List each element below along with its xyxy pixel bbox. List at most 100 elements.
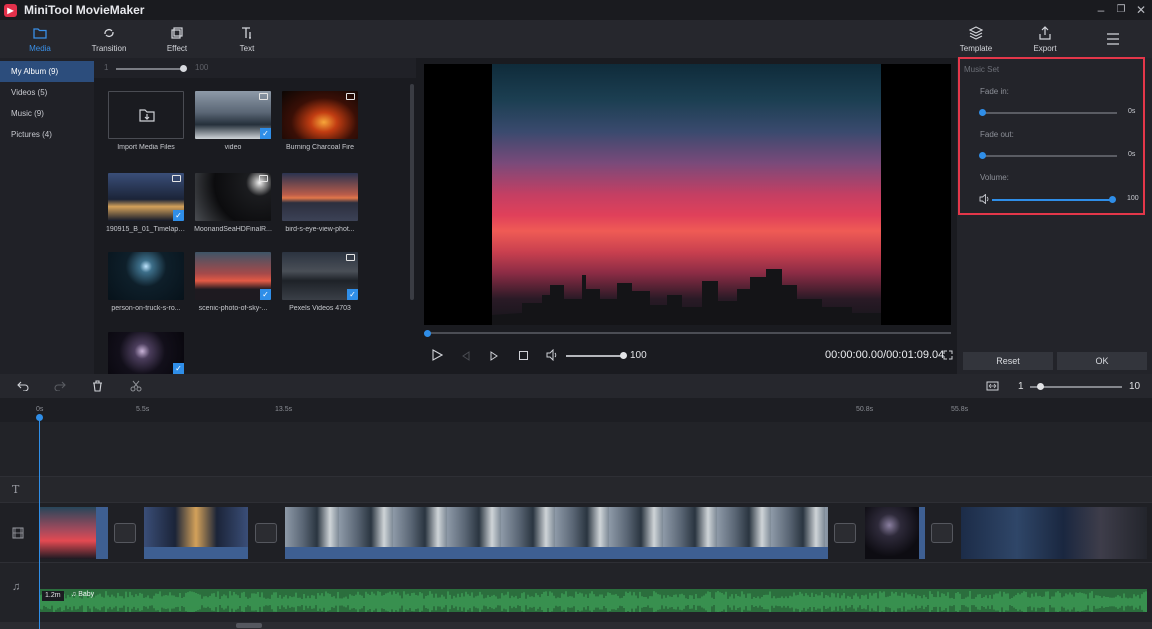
timeline-clip-pexels[interactable]	[961, 507, 1147, 559]
restore-icon[interactable]: ❐	[1112, 2, 1130, 18]
player-volume-slider[interactable]	[566, 355, 624, 357]
playback-progress-knob[interactable]	[424, 330, 431, 337]
nav-my-album[interactable]: My Album (9)	[0, 61, 94, 82]
media-label: 190915_B_01_Timelaps...	[106, 226, 186, 233]
tab-text[interactable]: Text	[212, 20, 282, 58]
fade-in-label: Fade in:	[980, 87, 1009, 96]
playhead-handle[interactable]	[36, 414, 43, 421]
tab-media-label: Media	[5, 44, 75, 53]
fade-out-knob[interactable]	[979, 152, 986, 159]
thumbnail-zoom-slider[interactable]	[116, 68, 184, 70]
fullscreen-button[interactable]	[943, 350, 953, 360]
tab-text-label: Text	[212, 44, 282, 53]
music-volume-slider[interactable]	[992, 199, 1113, 201]
timeline-scrollbar[interactable]	[0, 622, 1152, 629]
delete-icon[interactable]	[92, 380, 103, 392]
media-thumbnail	[282, 91, 358, 139]
export-button[interactable]: Export	[1010, 20, 1080, 58]
timeline-clip-timelapse[interactable]	[144, 507, 248, 559]
media-label: Pexels Videos 4703	[280, 305, 360, 312]
step-back-icon	[461, 351, 471, 361]
media-item-pexels[interactable]: ✓ Pexels Videos 4703	[280, 252, 360, 312]
video-track-icon	[12, 527, 24, 539]
step-forward-icon	[489, 351, 499, 361]
video-preview[interactable]	[424, 64, 951, 325]
mute-button[interactable]	[546, 349, 558, 361]
timeline-ruler[interactable]: 0s 5.5s 13.5s 50.8s 55.8s	[0, 398, 1152, 422]
main-toolbar: Media Transition Effect Text Template Ex…	[0, 20, 1152, 58]
nav-music[interactable]: Music (9)	[0, 103, 94, 124]
transition-slot[interactable]	[834, 523, 856, 543]
text-icon	[240, 26, 254, 40]
menu-button[interactable]	[1078, 20, 1148, 58]
timeline-scroll-thumb[interactable]	[236, 623, 262, 628]
previous-frame-button[interactable]	[461, 351, 471, 361]
import-media-tile[interactable]: Import Media Files	[106, 91, 186, 151]
media-thumbnail: ✓	[108, 173, 184, 221]
thumbnail-zoom-bar: 1 100	[94, 58, 416, 78]
fade-in-slider[interactable]	[982, 112, 1117, 114]
ok-button[interactable]: OK	[1057, 352, 1147, 370]
media-item-video[interactable]: ✓ video	[193, 91, 273, 151]
playback-progress-track[interactable]	[424, 332, 951, 334]
nav-videos[interactable]: Videos (5)	[0, 82, 94, 103]
tab-media[interactable]: Media	[5, 20, 75, 58]
thumbnail-zoom-knob[interactable]	[180, 65, 187, 72]
import-media-box	[108, 91, 184, 139]
nav-pictures[interactable]: Pictures (4)	[0, 124, 94, 145]
media-thumbnail	[108, 252, 184, 300]
timeline-clip-video[interactable]	[285, 507, 828, 559]
transition-icon	[102, 26, 116, 40]
template-button[interactable]: Template	[941, 20, 1011, 58]
timeline-zoom-knob[interactable]	[1037, 383, 1044, 390]
import-media-label: Import Media Files	[106, 144, 186, 151]
music-volume-icon	[979, 194, 990, 204]
text-track[interactable]: T	[0, 476, 1152, 502]
close-icon[interactable]: ✕	[1132, 2, 1150, 18]
media-item-timelapse[interactable]: ✓ 190915_B_01_Timelaps...	[106, 173, 186, 233]
tab-transition[interactable]: Transition	[74, 20, 144, 58]
minimize-icon[interactable]: –	[1092, 2, 1110, 18]
player-volume-knob[interactable]	[620, 352, 627, 359]
media-item-moon[interactable]: MoonandSeaHDFinalR...	[193, 173, 273, 233]
fade-out-value: 0s	[1128, 151, 1135, 158]
next-frame-button[interactable]	[489, 351, 499, 361]
fit-timeline-icon[interactable]	[986, 381, 999, 391]
transition-slot[interactable]	[114, 523, 136, 543]
transition-slot[interactable]	[931, 523, 953, 543]
ruler-tick: 13.5s	[275, 406, 292, 413]
media-thumbnail: ✓	[195, 91, 271, 139]
media-item-scenic-sky[interactable]: ✓ scenic-photo-of-sky-...	[193, 252, 273, 312]
video-track[interactable]	[0, 502, 1152, 562]
undo-icon[interactable]	[17, 381, 29, 391]
music-volume-value: 100	[1127, 195, 1139, 202]
reset-button[interactable]: Reset	[963, 352, 1053, 370]
library-scrollbar[interactable]	[410, 84, 414, 300]
media-item-bird-eye[interactable]: bird-s-eye-view-phot...	[280, 173, 360, 233]
media-item-night[interactable]: ✓	[106, 332, 186, 374]
timeline-clip-night[interactable]	[865, 507, 925, 559]
split-scissors-icon[interactable]	[130, 380, 142, 392]
redo-icon[interactable]	[54, 381, 66, 391]
stop-button[interactable]	[519, 351, 528, 360]
music-volume-knob[interactable]	[1109, 196, 1116, 203]
added-check-icon: ✓	[173, 210, 184, 221]
media-item-fire[interactable]: Burning Charcoal Fire	[280, 91, 360, 151]
volume-label: Volume:	[980, 173, 1009, 182]
timeline-clip-sunset[interactable]	[40, 507, 108, 559]
video-badge-icon	[259, 175, 268, 182]
tab-effect[interactable]: Effect	[142, 20, 212, 58]
playhead[interactable]	[39, 416, 40, 629]
transition-slot[interactable]	[255, 523, 277, 543]
folder-icon	[33, 26, 47, 40]
play-button[interactable]	[431, 349, 443, 361]
music-track[interactable]: ♫ 1.2m ♫ Baby	[0, 562, 1152, 629]
media-item-person-truck[interactable]: person-on-truck-s-ro...	[106, 252, 186, 312]
media-label: bird-s-eye-view-phot...	[280, 226, 360, 233]
audio-clip[interactable]: 1.2m ♫ Baby	[40, 589, 1147, 612]
fade-in-knob[interactable]	[979, 109, 986, 116]
media-label: MoonandSeaHDFinalR...	[193, 226, 273, 233]
fade-out-slider[interactable]	[982, 155, 1117, 157]
audio-waveform	[40, 589, 1147, 612]
play-icon	[431, 349, 443, 361]
